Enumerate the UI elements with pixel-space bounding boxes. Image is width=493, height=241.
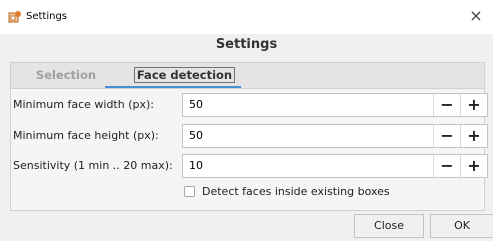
detect-inside-boxes-checkbox[interactable] [184,186,195,197]
sensitivity-increment-button[interactable]: + [460,155,487,177]
tab-selection[interactable]: Selection [33,63,99,88]
settings-window: Settings × Settings Selection Face detec… [0,0,493,241]
sensitivity-label: Sensitivity (1 min .. 20 max): [13,159,173,172]
tab-face-detection[interactable]: Face detection [117,63,252,88]
close-button[interactable]: Close [354,214,424,238]
title-bar: Settings × [0,0,493,34]
close-window-icon[interactable]: × [467,7,485,25]
sensitivity-decrement-button[interactable]: − [433,155,460,177]
min-face-width-input[interactable]: 50 [189,94,203,116]
ok-button[interactable]: OK [430,214,493,238]
min-face-width-spinbox[interactable]: 50 − + [182,93,488,117]
window-title: Settings [26,11,68,22]
min-face-height-increment-button[interactable]: + [460,125,487,147]
min-face-height-input[interactable]: 50 [189,125,203,147]
min-face-width-label: Minimum face width (px): [13,98,154,111]
settings-app-icon [8,11,21,23]
min-face-width-decrement-button[interactable]: − [433,94,460,116]
sensitivity-input[interactable]: 10 [189,155,203,177]
tab-bar: Selection Face detection [10,62,485,88]
tab-face-detection-label: Face detection [133,67,236,83]
min-face-width-increment-button[interactable]: + [460,94,487,116]
min-face-height-label: Minimum face height (px): [13,129,159,142]
detect-inside-boxes-label: Detect faces inside existing boxes [202,185,390,198]
min-face-height-spinbox[interactable]: 50 − + [182,124,488,148]
min-face-height-decrement-button[interactable]: − [433,125,460,147]
dialog-title: Settings [215,37,278,52]
sensitivity-spinbox[interactable]: 10 − + [182,154,488,178]
